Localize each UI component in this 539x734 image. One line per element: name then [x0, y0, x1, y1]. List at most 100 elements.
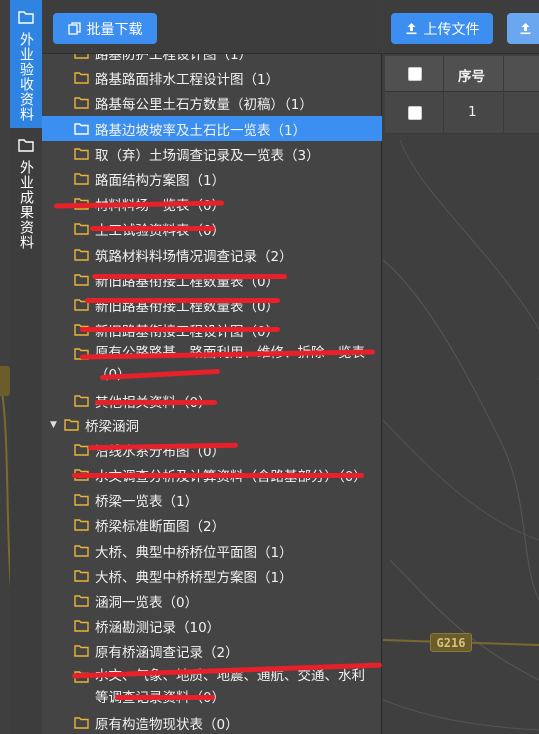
- tree-item[interactable]: 新旧路基衔接工程数量表（0）: [42, 267, 382, 292]
- folder-icon: [74, 570, 89, 582]
- folder-icon: [74, 545, 89, 557]
- folder-icon: [74, 324, 89, 336]
- folder-icon: [74, 444, 89, 456]
- folder-icon: [74, 494, 89, 506]
- tree-item[interactable]: 原有构造物现状表（0）: [42, 710, 382, 734]
- tree-item[interactable]: 大桥、典型中桥桥型方案图（1）: [42, 563, 382, 588]
- tree-item-label: 路基路面排水工程设计图（1）: [95, 71, 280, 88]
- tree-item-label: 大桥、典型中桥桥位平面图（1）: [95, 544, 293, 561]
- tree-item[interactable]: 桥梁一览表（1）: [42, 487, 382, 512]
- folder-icon: [18, 11, 34, 24]
- tree-item-label: 筑路材料料场情况调查记录（2）: [95, 248, 293, 265]
- folder-icon: [64, 419, 79, 431]
- folder-icon: [74, 249, 89, 261]
- batch-download-button[interactable]: 批量下载: [53, 13, 157, 44]
- folder-icon: [74, 223, 89, 235]
- tree-item-label: 取（弃）土场调查记录及一览表（3）: [95, 147, 320, 164]
- column-divider: [503, 56, 504, 92]
- copy-icon: [67, 22, 81, 35]
- tab-label: 外业验收资料: [18, 32, 34, 122]
- tree-item[interactable]: 大桥、典型中桥桥位平面图（1）: [42, 538, 382, 563]
- upload-file-label: 上传文件: [423, 21, 480, 38]
- batch-download-label: 批量下载: [86, 21, 143, 38]
- folder-icon: [74, 671, 89, 683]
- tree-item[interactable]: 桥梁标准断面图（2）: [42, 512, 382, 537]
- folder-icon: [74, 395, 89, 407]
- upload-icon: [520, 23, 531, 35]
- tree-item-label: 涵洞一览表（0）: [95, 594, 199, 611]
- tree-item-label: 大桥、典型中桥桥型方案图（1）: [95, 569, 293, 586]
- tree-item-label: 沿线水系分布图（0）: [95, 443, 226, 460]
- tree-item[interactable]: 路基每公里土石方数量（初稿）（1）: [42, 90, 382, 115]
- tree-item-label: 水文、气象、地质、地震、通航、交通、水利等调查记录资料（0）: [95, 668, 365, 706]
- tree-item-label: 其他相关资料（0）: [95, 394, 212, 411]
- tree-item[interactable]: 土工试验资料表（0）: [42, 216, 382, 241]
- tree-item-label: 原有桥涵调查记录（2）: [95, 644, 239, 661]
- folder-icon: [74, 54, 89, 59]
- tree-item-label: 路面结构方案图（1）: [95, 172, 226, 189]
- file-tree-panel: 批量下载 路基防护工程设计图（1） 路基路面排水工程设计图（1） 路基每公里土石…: [42, 0, 382, 734]
- tree-item[interactable]: 其他相关资料（0）: [42, 388, 382, 413]
- tab-label: 外业成果资料: [18, 160, 34, 250]
- folder-icon: [18, 139, 34, 152]
- tree-item[interactable]: 路基防护工程设计图（1）: [42, 54, 382, 65]
- tree-item[interactable]: 路基路面排水工程设计图（1）: [42, 65, 382, 90]
- tree-item[interactable]: 涵洞一览表（0）: [42, 588, 382, 613]
- tree-item[interactable]: 取（弃）土场调查记录及一览表（3）: [42, 141, 382, 166]
- folder-icon: [74, 299, 89, 311]
- tab-field-results[interactable]: 外业成果资料: [10, 128, 42, 268]
- folder-icon: [74, 72, 89, 84]
- folder-icon: [74, 97, 89, 109]
- tree-item-label: 新旧路基衔接工程数量表（0）: [95, 298, 280, 315]
- upload-file-button[interactable]: 上传文件: [391, 13, 493, 44]
- folder-icon: [74, 717, 89, 729]
- tree-item-label: 新旧路基衔接工程设计图（0）: [95, 323, 280, 340]
- select-all-checkbox[interactable]: [408, 67, 422, 81]
- table-row[interactable]: 1: [385, 92, 539, 134]
- caret-down-icon[interactable]: ▼: [50, 420, 60, 430]
- tree-item[interactable]: 沿线水系分布图（0）: [42, 437, 382, 462]
- folder-icon: [74, 645, 89, 657]
- tree-item[interactable]: 原有公路路基、路面利用、维修、拆除一览表（0）: [42, 342, 382, 390]
- folder-icon: [74, 123, 89, 135]
- tree-item[interactable]: 材料料场一览表（0）: [42, 191, 382, 216]
- tree-item-label: 路基每公里土石方数量（初稿）（1）: [95, 96, 313, 113]
- tree-toolbar: 批量下载: [42, 0, 382, 54]
- folder-icon: [74, 198, 89, 210]
- tree-item-label: 桥梁标准断面图（2）: [95, 518, 226, 535]
- tree-item-label: 原有公路路基、路面利用、维修、拆除一览表（0）: [95, 345, 365, 383]
- tree-item[interactable]: 水文调查分析及计算资料（含路基部分）（0）: [42, 462, 382, 487]
- tree-group-bridges[interactable]: ▼ 桥梁涵洞: [42, 412, 382, 437]
- folder-icon: [74, 348, 89, 360]
- tree-item-label: 水文调查分析及计算资料（含路基部分）（0）: [95, 468, 367, 485]
- tree-item[interactable]: 原有桥涵调查记录（2）: [42, 638, 382, 663]
- tree-item[interactable]: 路面结构方案图（1）: [42, 166, 382, 191]
- tree-item[interactable]: 新旧路基衔接工程数量表（0）: [42, 292, 382, 317]
- row-checkbox[interactable]: [408, 106, 422, 120]
- tree-item-label: 材料料场一览表（0）: [95, 197, 226, 214]
- second-upload-button[interactable]: [507, 13, 539, 44]
- file-table-panel: 上传文件 序号 1: [383, 0, 539, 734]
- tree-list: 路基防护工程设计图（1） 路基路面排水工程设计图（1） 路基每公里土石方数量（初…: [42, 54, 382, 734]
- tree-item[interactable]: 水文、气象、地质、地震、通航、交通、水利等调查记录资料（0）: [42, 665, 382, 713]
- tree-item-selected[interactable]: 路基边坡坡率及土石比一览表（1）: [42, 116, 382, 141]
- tree-item-label: 路基边坡坡率及土石比一览表（1）: [95, 122, 307, 139]
- folder-icon: [74, 173, 89, 185]
- folder-icon: [74, 274, 89, 286]
- column-divider: [443, 56, 444, 92]
- table-header: 序号: [385, 56, 539, 92]
- tree-item-label: 原有构造物现状表（0）: [95, 716, 239, 733]
- folder-icon: [74, 595, 89, 607]
- tree-item[interactable]: 桥涵勘测记录（10）: [42, 613, 382, 638]
- upload-icon: [406, 23, 416, 35]
- tree-item-label: 新旧路基衔接工程数量表（0）: [95, 273, 280, 290]
- tree-item[interactable]: 新旧路基衔接工程设计图（0）: [42, 317, 382, 342]
- column-divider: [443, 92, 444, 134]
- tree-item[interactable]: 筑路材料料场情况调查记录（2）: [42, 242, 382, 267]
- folder-icon: [74, 469, 89, 481]
- vertical-tab-bar: 外业验收资料 外业成果资料: [10, 0, 42, 734]
- folder-icon: [74, 148, 89, 160]
- column-header-index: 序号: [458, 69, 485, 85]
- tab-field-acceptance[interactable]: 外业验收资料: [10, 0, 42, 128]
- map-road-marker: [0, 366, 10, 396]
